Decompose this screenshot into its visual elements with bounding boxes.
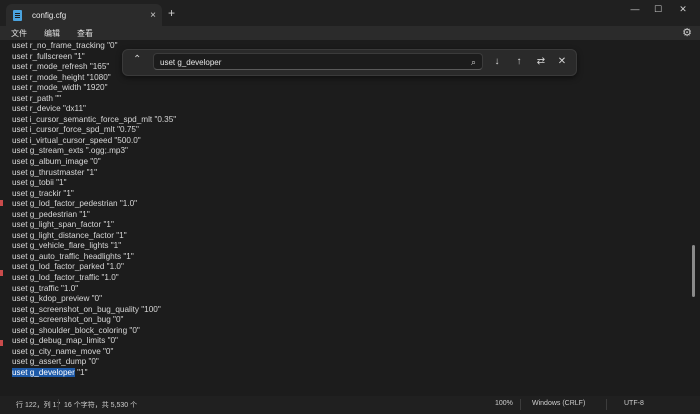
find-previous-button[interactable]: ↑ <box>511 54 527 70</box>
editor-lines[interactable]: uset r_no_frame_tracking "0" uset r_fulls… <box>12 41 176 379</box>
editor-line[interactable]: uset g_tobii "1" <box>12 178 176 189</box>
line-value: "1" <box>74 367 88 377</box>
search-match-highlight[interactable]: uset g_developer <box>12 367 75 377</box>
close-window-button[interactable]: ✕ <box>670 2 696 16</box>
menu-file[interactable]: 文件 <box>11 28 27 39</box>
editor-line[interactable]: uset g_lod_factor_parked "1.0" <box>12 262 176 273</box>
editor-line[interactable]: uset g_vehicle_flare_lights "1" <box>12 241 176 252</box>
collapse-replace-chevron-icon[interactable]: ⌃ <box>133 54 141 65</box>
text-editor[interactable]: uset r_no_frame_tracking "0" uset r_fulls… <box>0 40 700 395</box>
editor-line[interactable]: uset r_device "dx11" <box>12 104 176 115</box>
editor-line[interactable]: uset g_album_image "0" <box>12 157 176 168</box>
menu-edit[interactable]: 编辑 <box>44 28 60 39</box>
vertical-scrollbar-thumb[interactable] <box>692 245 695 297</box>
line-ending[interactable]: Windows (CRLF) <box>532 400 585 407</box>
search-icon[interactable]: ⌕ <box>471 54 476 71</box>
find-input[interactable]: uset g_developer ⌕ <box>153 53 483 70</box>
status-bar: 行 122，列 17 16 个字符，共 5,530 个 100% Windows… <box>0 396 700 414</box>
zoom-level[interactable]: 100% <box>495 400 513 407</box>
replace-toggle-button[interactable]: ⇄ <box>533 54 549 70</box>
new-tab-button[interactable]: + <box>168 6 175 20</box>
settings-gear-icon[interactable]: ⚙ <box>682 26 692 39</box>
editor-line[interactable]: uset g_assert_dump "0" <box>12 357 176 368</box>
editor-line[interactable]: uset g_screenshot_on_bug_quality "100" <box>12 305 176 316</box>
editor-line[interactable]: uset g_city_name_move "0" <box>12 347 176 358</box>
editor-line[interactable]: uset r_mode_width "1920" <box>12 83 176 94</box>
editor-line-current[interactable]: uset g_developer "1" <box>12 367 176 379</box>
close-find-button[interactable]: ✕ <box>554 54 570 70</box>
editor-line[interactable]: uset g_debug_map_limits "0" <box>12 336 176 347</box>
editor-line[interactable]: uset g_light_span_factor "1" <box>12 220 176 231</box>
selection-count: 16 个字符，共 5,530 个 <box>64 402 138 409</box>
editor-line[interactable]: uset g_lod_factor_traffic "1.0" <box>12 273 176 284</box>
editor-line[interactable]: uset g_shoulder_block_coloring "0" <box>12 326 176 337</box>
editor-line[interactable]: uset g_thrustmaster "1" <box>12 168 176 179</box>
tab-title: config.cfg <box>32 10 67 20</box>
editor-line[interactable]: uset g_screenshot_on_bug "0" <box>12 315 176 326</box>
notepad-file-icon <box>13 9 22 21</box>
editor-line[interactable]: uset r_path "" <box>12 94 176 105</box>
editor-line[interactable]: uset g_kdop_preview "0" <box>12 294 176 305</box>
left-edge-marks <box>0 190 3 380</box>
editor-line[interactable]: uset g_stream_exts ".ogg;.mp3" <box>12 146 176 157</box>
find-next-button[interactable]: ↓ <box>489 54 505 70</box>
menu-bar: 文件 编辑 查看 <box>0 26 700 40</box>
encoding[interactable]: UTF-8 <box>624 400 644 407</box>
editor-line[interactable]: uset g_pedestrian "1" <box>12 210 176 221</box>
editor-line[interactable]: uset i_cursor_semantic_force_spd_mlt "0.… <box>12 115 176 126</box>
editor-line[interactable]: uset i_virtual_cursor_speed "500.0" <box>12 136 176 147</box>
menu-view[interactable]: 查看 <box>77 28 93 39</box>
editor-line[interactable]: uset i_cursor_force_spd_mlt "0.75" <box>12 125 176 136</box>
editor-line[interactable]: uset g_trackir "1" <box>12 189 176 200</box>
editor-line[interactable]: uset g_auto_traffic_headlights "1" <box>12 252 176 263</box>
find-query-text: uset g_developer <box>160 58 222 67</box>
maximize-button[interactable]: ☐ <box>645 2 671 16</box>
find-bar: ⌃ uset g_developer ⌕ ↓ ↑ ⇄ ✕ <box>122 49 577 76</box>
editor-line[interactable]: uset g_traffic "1.0" <box>12 284 176 295</box>
editor-line[interactable]: uset g_lod_factor_pedestrian "1.0" <box>12 199 176 210</box>
tab-close-icon[interactable]: × <box>144 10 162 21</box>
cursor-position: 行 122，列 17 <box>16 402 61 409</box>
title-bar: config.cfg × + — ☐ ✕ <box>0 0 700 26</box>
editor-line[interactable]: uset g_light_distance_factor "1" <box>12 231 176 242</box>
tab-config-cfg[interactable]: config.cfg × <box>6 4 162 26</box>
